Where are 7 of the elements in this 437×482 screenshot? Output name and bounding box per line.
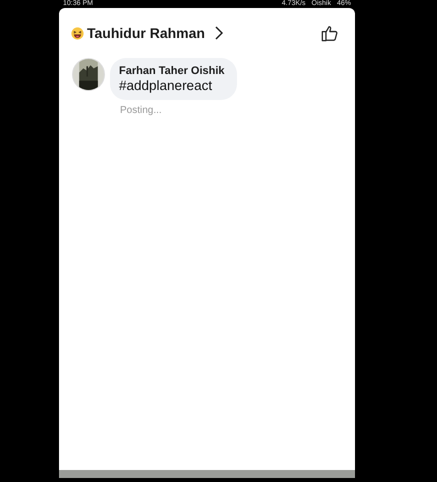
thumbs-up-icon[interactable] <box>321 24 339 42</box>
comment-author[interactable]: Farhan Taher Oishik <box>119 64 225 78</box>
profile-name-link[interactable]: Tauhidur Rahman <box>87 25 205 41</box>
comment-text: #addplanereact <box>119 78 214 94</box>
chevron-right-icon[interactable] <box>214 26 223 40</box>
posting-status: Posting... <box>119 104 163 116</box>
laughing-face-icon <box>71 26 84 40</box>
